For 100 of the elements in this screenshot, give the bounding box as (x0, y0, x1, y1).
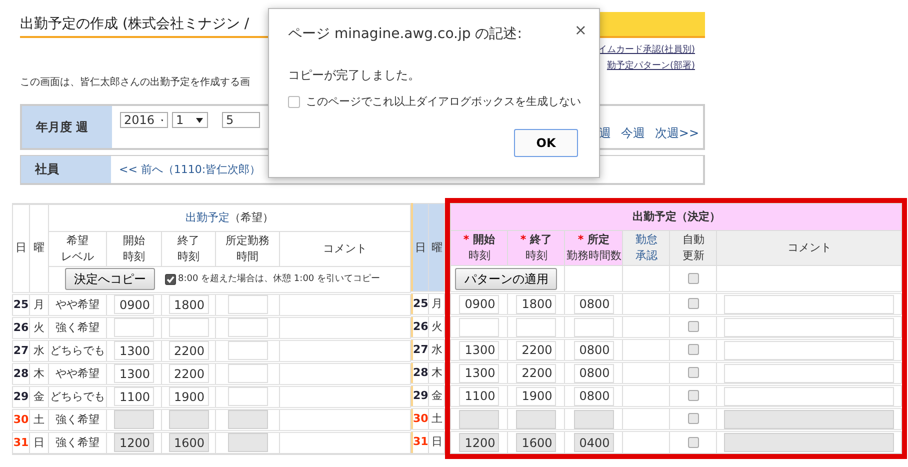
weekday-cell: 水 (30, 339, 48, 362)
column-title: 終了 (530, 233, 552, 246)
column-header-link[interactable]: 承認 (635, 249, 658, 262)
time-field[interactable]: 1900 (168, 388, 208, 406)
column-header: 時間 (236, 250, 258, 262)
column-header: コメント (787, 241, 832, 254)
level-cell: 強く希望 (48, 408, 106, 431)
previous-employee-link[interactable]: << 前へ（1110:皆仁次郎） (119, 162, 261, 177)
page-title: 出勤予定の作成 (株式会社ミナジン / (20, 15, 250, 33)
day-cell: 28 (12, 362, 30, 385)
time-field[interactable]: 1800 (516, 296, 556, 314)
comment-field[interactable] (724, 318, 894, 336)
checkbox[interactable] (688, 390, 699, 402)
hours-field[interactable]: 0800 (574, 342, 614, 360)
time-field[interactable] (114, 319, 154, 337)
close-button[interactable]: × (574, 23, 587, 37)
select-field[interactable]: 1 (172, 112, 208, 128)
checkbox[interactable] (688, 321, 699, 332)
comment-field[interactable] (724, 296, 894, 314)
hours-field[interactable] (228, 296, 268, 314)
time-field[interactable]: 1900 (516, 388, 556, 406)
field-label: 年月度 週 (22, 106, 112, 148)
column-header: 日 (16, 241, 26, 254)
level-cell: やや希望 (48, 293, 106, 316)
weekday-cell: 土 (30, 408, 48, 431)
weekday-cell: 日 (428, 430, 445, 454)
day-cell: 29 (12, 385, 30, 408)
day-cell: 26 (412, 316, 429, 338)
column-header: 曜 (34, 241, 44, 254)
time-field[interactable] (168, 319, 208, 337)
column-header-link[interactable]: 勤怠 (635, 233, 658, 246)
weekday-cell: 日 (30, 431, 48, 454)
column-header: 終了 (178, 234, 200, 246)
time-field[interactable]: 1800 (168, 296, 208, 314)
column-subtitle: 時刻 (468, 249, 490, 262)
time-field[interactable]: 2200 (516, 364, 556, 382)
checkbox[interactable] (688, 367, 699, 378)
day-cell: 26 (12, 316, 30, 339)
copy-button[interactable]: 決定へコピー (65, 268, 155, 290)
field-label: 社員 (21, 156, 111, 183)
comment-field[interactable] (724, 364, 894, 382)
column-title: 開始 (473, 233, 496, 246)
hours-field[interactable]: 0800 (574, 388, 614, 406)
time-field[interactable]: 2200 (168, 365, 208, 383)
select-field[interactable]: 2016 (120, 112, 168, 128)
weekday-cell: 土 (428, 408, 445, 430)
comment-field[interactable] (724, 342, 894, 360)
time-field[interactable]: 0900 (114, 296, 154, 314)
dialog-message: コピーが完了しました。 (288, 67, 421, 84)
checkbox-label: 8:00 を超えた場合は、休憩 1:00 を引いてコピー (178, 272, 380, 286)
time-field[interactable] (459, 318, 500, 336)
checkbox[interactable] (688, 298, 699, 310)
column-subtitle: 勤務時間数 (566, 249, 622, 262)
time-field[interactable]: 2200 (168, 342, 208, 360)
hours-field[interactable] (574, 318, 614, 336)
time-field[interactable]: 1300 (114, 342, 154, 360)
day-cell: 30 (12, 408, 30, 431)
column-header: 所定勤務 (226, 234, 270, 246)
hours-field[interactable] (228, 319, 268, 337)
time-field[interactable]: 1100 (114, 388, 154, 406)
day-cell: 30 (412, 408, 429, 430)
dialog-title: ページ minagine.awg.co.jp の記述: (288, 25, 522, 43)
time-field[interactable]: 1300 (114, 365, 154, 383)
description-text: この画面は、皆仁太郎さんの出勤予定を作成する画 (20, 76, 250, 90)
column-header: コメント (323, 242, 367, 254)
time-field[interactable]: 2200 (516, 342, 556, 360)
time-field[interactable]: 1100 (459, 388, 500, 406)
weekday-cell: 火 (30, 316, 48, 339)
week-link[interactable]: 次週>> (654, 125, 699, 142)
weekday-cell: 木 (30, 362, 48, 385)
time-field[interactable] (516, 318, 556, 336)
nav-link[interactable]: 勤予定パターン(部署) (606, 58, 695, 74)
hours-field[interactable]: 0800 (574, 364, 614, 382)
week-link[interactable]: 週 (598, 125, 611, 142)
ok-button[interactable]: OK (514, 129, 578, 157)
weekday-cell: 月 (428, 292, 445, 316)
hours-field[interactable]: 0800 (574, 296, 614, 314)
column-subtitle: 時刻 (525, 249, 548, 262)
checkbox[interactable] (165, 274, 176, 284)
checkbox-label: このページでこれ以上ダイアログボックスを生成しない (306, 94, 581, 109)
checkbox[interactable] (688, 272, 699, 284)
apply-pattern-button[interactable]: パターンの適用 (455, 268, 558, 290)
hours-field[interactable] (228, 342, 268, 360)
week-link[interactable]: 今週 (620, 125, 645, 142)
required-mark: * (463, 233, 470, 246)
level-cell: 強く希望 (48, 316, 106, 339)
time-field[interactable]: 0900 (459, 296, 500, 314)
time-field[interactable]: 1300 (459, 342, 500, 360)
group-header-link[interactable]: 出勤予定 (186, 210, 230, 224)
level-cell: 強く希望 (48, 431, 106, 454)
time-field[interactable]: 1300 (459, 364, 500, 382)
comment-field[interactable] (724, 388, 894, 406)
column-header: 更新 (682, 249, 704, 262)
hours-field[interactable] (228, 365, 268, 383)
checkbox[interactable] (688, 344, 699, 356)
level-cell: どちらでも (48, 385, 106, 408)
checkbox[interactable] (288, 96, 300, 108)
weekday-cell: 火 (428, 316, 445, 338)
hours-field[interactable] (228, 388, 268, 406)
select-field[interactable]: 5 (222, 112, 260, 128)
